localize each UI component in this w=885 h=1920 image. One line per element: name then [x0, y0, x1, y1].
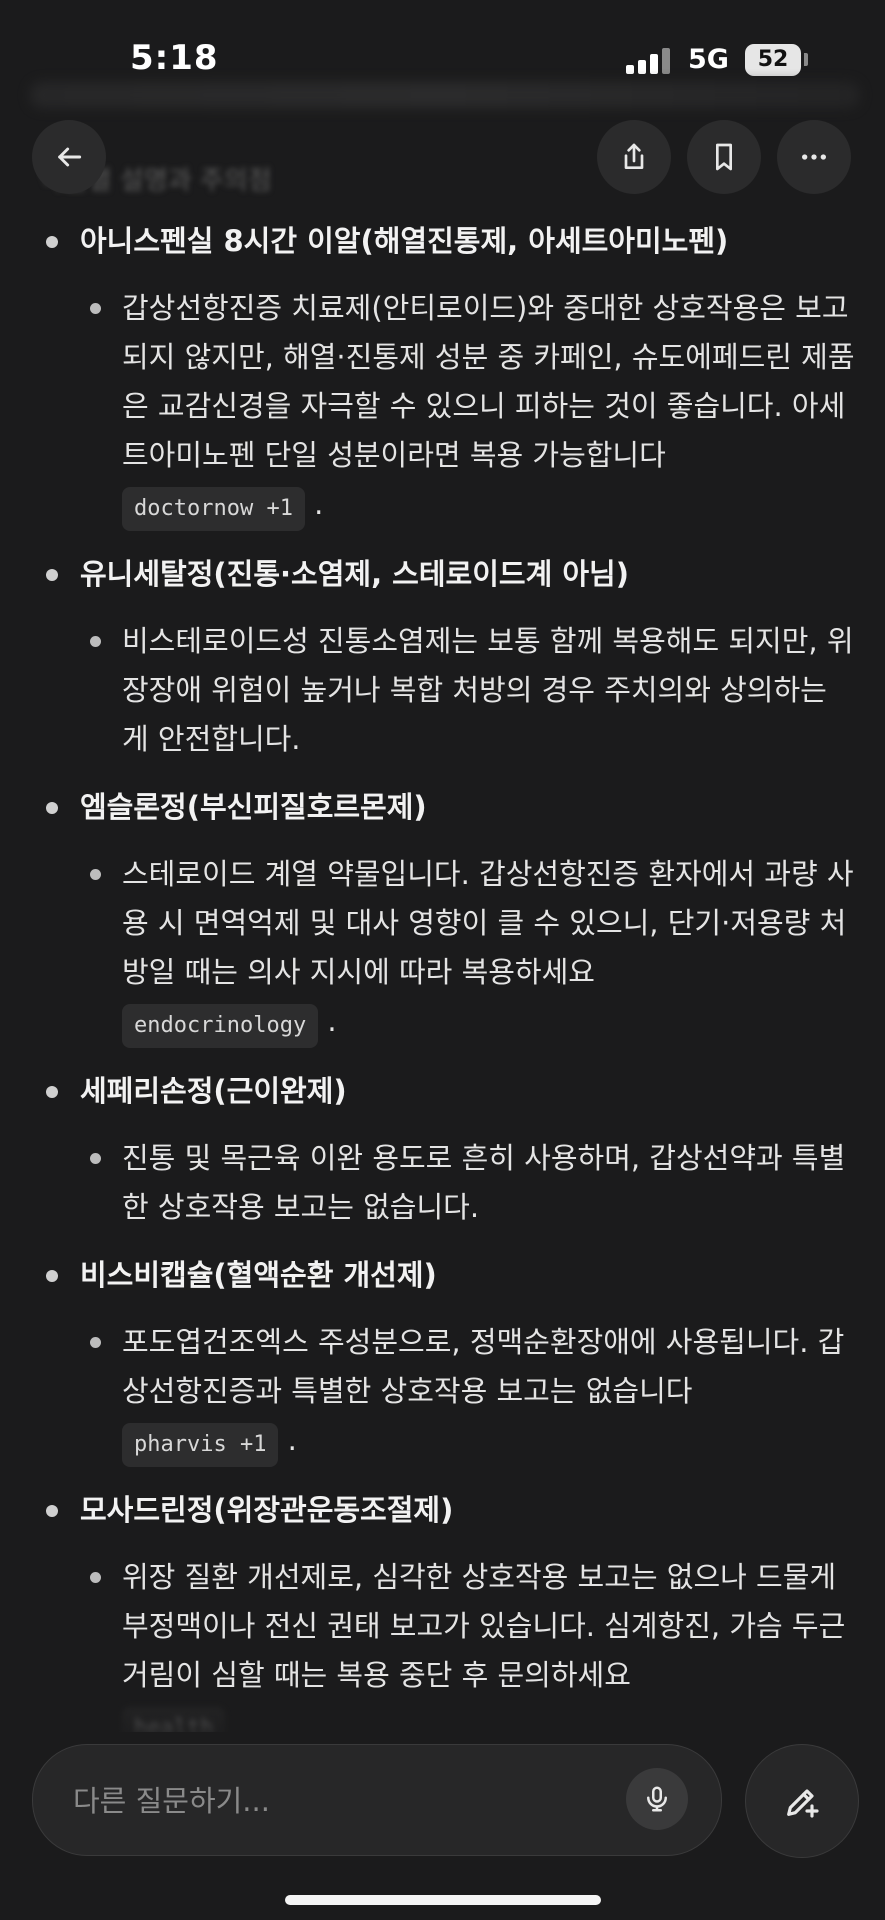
drug-description: 비스테로이드성 진통소염제는 보통 함께 복용해도 되지만, 위장장애 위험이 …	[0, 617, 885, 764]
battery-tip	[804, 53, 808, 66]
share-icon	[624, 143, 644, 169]
drug-title: 세페리손정(근이완제)	[0, 1062, 885, 1120]
list-item: 비스비캡슐(혈액순환 개선제) 포도엽건조엑스 주성분으로, 정맥순환장애에 사…	[0, 1246, 885, 1467]
mic-icon	[647, 1786, 667, 1812]
list-item: 세페리손정(근이완제) 진통 및 목근육 이완 용도로 흔히 사용하며, 갑상선…	[0, 1062, 885, 1232]
blurred-background	[30, 82, 860, 108]
drug-title: 모사드린정(위장관운동조절제)	[0, 1481, 885, 1539]
more-button[interactable]	[777, 120, 851, 194]
drug-description: 스테로이드 계열 약물입니다. 갑상선항진증 환자에서 과량 사용 시 면역억제…	[0, 850, 885, 1048]
status-time: 5:18	[130, 38, 219, 78]
home-indicator	[285, 1895, 601, 1905]
drug-description: 포도엽건조엑스 주성분으로, 정맥순환장애에 사용됩니다. 갑상선항진증과 특별…	[0, 1318, 885, 1467]
header: 약물별 설명과 주의점	[0, 120, 885, 200]
answer-content: 아니스펜실 8시간 이알(해열진통제, 아세트아미노펜) 갑상선항진증 치료제(…	[0, 212, 885, 1732]
bookmark-button[interactable]	[687, 120, 761, 194]
content-fade	[0, 1690, 885, 1750]
new-question-button[interactable]	[745, 1744, 859, 1858]
question-input[interactable]	[71, 1770, 615, 1832]
back-button[interactable]	[32, 120, 106, 194]
more-icon	[802, 154, 826, 160]
network-label: 5G	[688, 44, 729, 75]
status-bar: 5:18 5G 52	[0, 0, 885, 120]
description-text: 비스테로이드성 진통소염제는 보통 함께 복용해도 되지만, 위장장애 위험이 …	[122, 624, 854, 756]
drug-title: 비스비캡슐(혈액순환 개선제)	[0, 1246, 885, 1304]
description-text: 위장 질환 개선제로, 심각한 상호작용 보고는 없으나 드물게 부정맥이나 전…	[122, 1560, 846, 1692]
drug-description: 진통 및 목근육 이완 용도로 흔히 사용하며, 갑상선약과 특별한 상호작용 …	[0, 1134, 885, 1232]
description-text: 스테로이드 계열 약물입니다. 갑상선항진증 환자에서 과량 사용 시 면역억제…	[122, 857, 854, 989]
source-chip[interactable]: pharvis +1	[122, 1423, 279, 1467]
signal-icon	[626, 48, 670, 74]
edit-icon	[787, 1789, 819, 1818]
drug-title: 아니스펜실 8시간 이알(해열진통제, 아세트아미노펜)	[0, 212, 885, 270]
source-chip[interactable]: doctornow +1	[122, 487, 305, 531]
drug-title: 유니세탈정(진통·소염제, 스테로이드계 아님)	[0, 545, 885, 603]
description-text: 포도엽건조엑스 주성분으로, 정맥순환장애에 사용됩니다. 갑상선항진증과 특별…	[122, 1325, 845, 1408]
list-item: 유니세탈정(진통·소염제, 스테로이드계 아님) 비스테로이드성 진통소염제는 …	[0, 545, 885, 764]
description-text: 진통 및 목근육 이완 용도로 흔히 사용하며, 갑상선약과 특별한 상호작용 …	[122, 1141, 846, 1224]
list-item: 엠슬론정(부신피질호르몬제) 스테로이드 계열 약물입니다. 갑상선항진증 환자…	[0, 778, 885, 1048]
drug-title: 엠슬론정(부신피질호르몬제)	[0, 778, 885, 836]
arrow-left-icon	[58, 147, 82, 167]
question-input-container[interactable]	[32, 1744, 722, 1856]
description-text: 갑상선항진증 치료제(안티로이드)와 중대한 상호작용은 보고되지 않지만, 해…	[122, 291, 855, 472]
source-chip[interactable]: endocrinology	[122, 1004, 319, 1048]
mic-button[interactable]	[626, 1768, 688, 1830]
share-button[interactable]	[597, 120, 671, 194]
drug-description: 갑상선항진증 치료제(안티로이드)와 중대한 상호작용은 보고되지 않지만, 해…	[0, 284, 885, 531]
battery-icon: 52	[745, 44, 801, 76]
list-item: 아니스펜실 8시간 이알(해열진통제, 아세트아미노펜) 갑상선항진증 치료제(…	[0, 212, 885, 531]
bookmark-icon	[716, 143, 732, 171]
